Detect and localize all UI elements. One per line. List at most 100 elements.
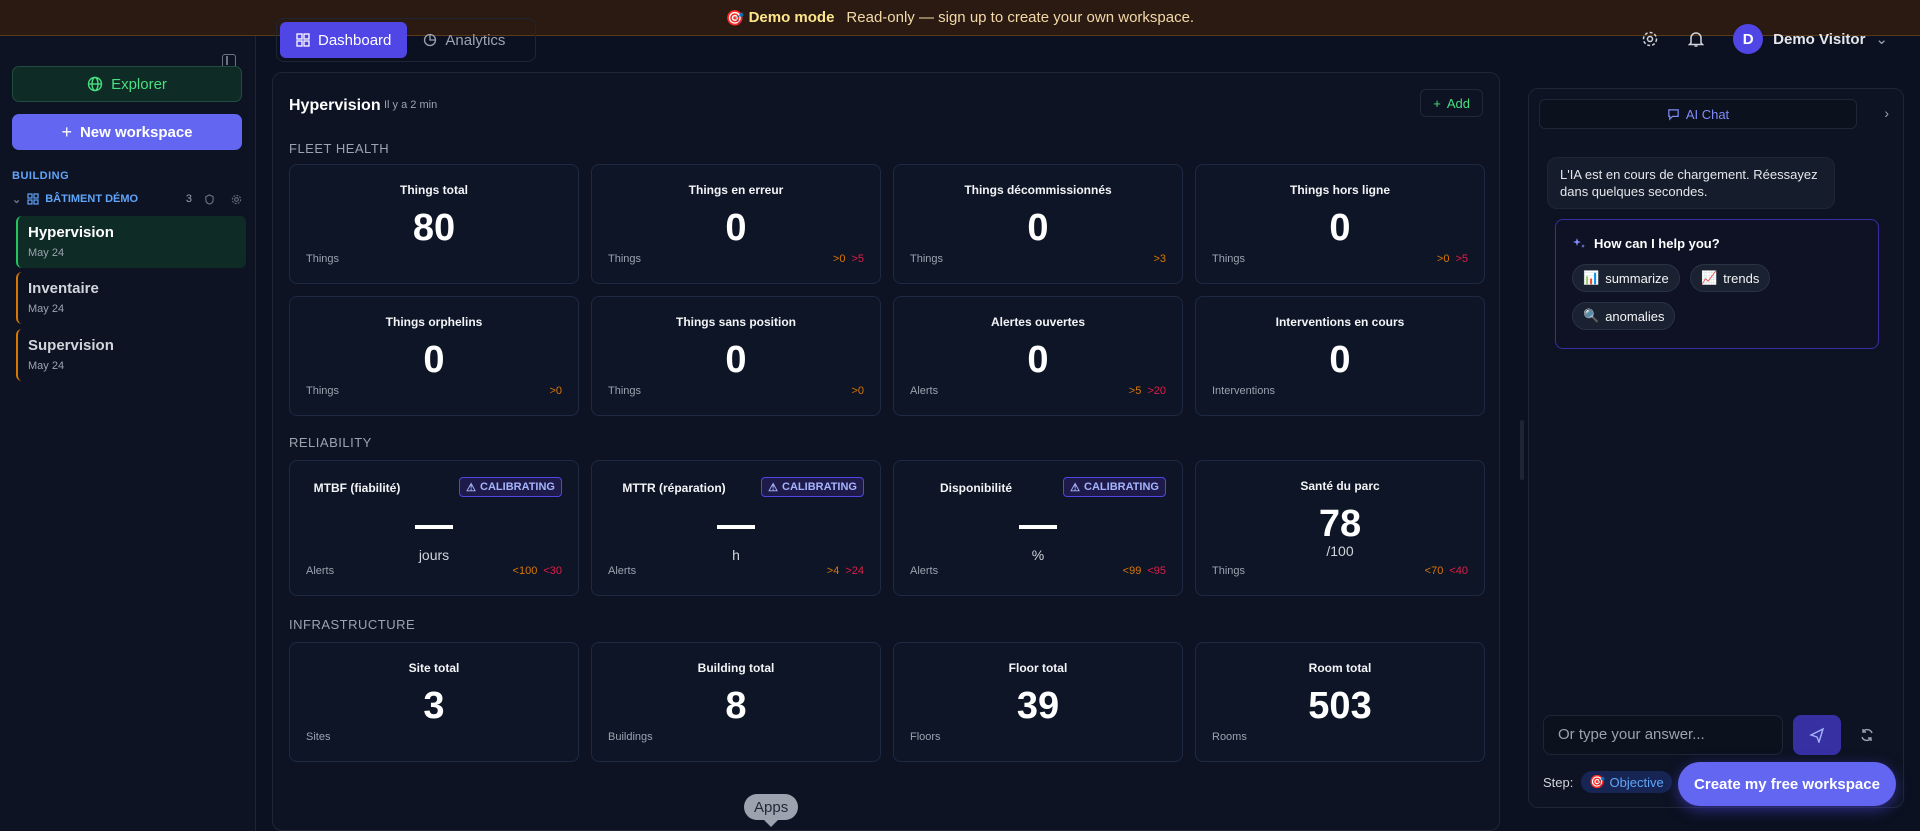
send-button[interactable] (1793, 715, 1841, 755)
user-menu[interactable]: D Demo Visitor ⌄ (1733, 24, 1888, 54)
kpi-card[interactable]: Interventions en cours 0 Interventions (1195, 296, 1485, 416)
kpi-title: Things orphelins (385, 315, 483, 329)
kpi-value-unit: h (732, 547, 740, 563)
panel-resize-handle[interactable] (1520, 420, 1524, 480)
kpi-card[interactable]: Things hors ligne 0 Things >0 >5 (1195, 164, 1485, 284)
new-workspace-button[interactable]: + New workspace (12, 114, 242, 150)
kpi-value: 0 (725, 207, 747, 249)
kpi-title: Site total (408, 661, 460, 675)
kpi-title: MTTR (réparation) (622, 481, 726, 495)
kpi-card-availability[interactable]: Disponibilité ⚠ CALIBRATING % Alerts <99 <… (893, 460, 1183, 596)
new-workspace-label: New workspace (79, 123, 193, 141)
kpi-thresholds: >5 >20 (1129, 385, 1166, 397)
magnifier-icon: 🔍 (1583, 308, 1600, 323)
empty-value-dash (415, 525, 453, 529)
kpi-unit: Things (306, 253, 340, 265)
chat-input[interactable]: Or type your answer... (1543, 715, 1783, 755)
kpi-unit: Things (608, 385, 642, 397)
dashboard-icon (296, 33, 310, 47)
kpi-value: 0 (725, 339, 747, 381)
step-label: Step: (1543, 774, 1574, 790)
suggestion-chip-trends[interactable]: 📈 trends (1690, 264, 1771, 292)
chip-label: trends (1723, 270, 1760, 286)
kpi-card-mttr[interactable]: MTTR (réparation) ⚠ CALIBRATING h Alerts … (591, 460, 881, 596)
shield-icon[interactable] (204, 193, 215, 205)
kpi-unit: Alerts (910, 385, 939, 397)
suggestion-card: How can I help you? 📊 summarize 📈 trends 🔍… (1555, 219, 1879, 349)
kpi-card[interactable]: Room total 503 Rooms (1195, 642, 1485, 762)
refresh-button[interactable] (1851, 719, 1883, 751)
sparkles-icon (1573, 237, 1585, 248)
kpi-card[interactable]: Things décommissionnés 0 Things >3 (893, 164, 1183, 284)
bell-icon[interactable] (1687, 30, 1705, 48)
kpi-title: Building total (697, 661, 775, 675)
chevron-right-icon[interactable]: › (1884, 105, 1889, 121)
avatar: D (1733, 24, 1764, 54)
badge-label: CALIBRATING (782, 481, 857, 493)
globe-icon (87, 76, 103, 92)
kpi-card[interactable]: Things en erreur 0 Things >0 >5 (591, 164, 881, 284)
kpi-title: Things décommissionnés (964, 183, 1112, 197)
settings-gear-icon[interactable] (1641, 30, 1659, 48)
building-row[interactable]: ⌄ BÂTIMENT DÉMO 3 (12, 190, 242, 208)
kpi-card[interactable]: Site total 3 Sites (289, 642, 579, 762)
suggestion-chip-anomalies[interactable]: 🔍 anomalies (1572, 302, 1676, 330)
error-threshold: <40 (1449, 565, 1468, 577)
kpi-card-mtbf[interactable]: MTBF (fiabilité) ⚠ CALIBRATING jours Aler… (289, 460, 579, 596)
kpi-card[interactable]: Things total 80 Things (289, 164, 579, 284)
kpi-unit: Things (1212, 253, 1246, 265)
kpi-thresholds: <70 <40 (1425, 565, 1468, 577)
create-workspace-button[interactable]: Create my free workspace (1678, 762, 1896, 806)
kpi-card-fleet-health[interactable]: Santé du parc 78 /100 Things <70 <40 (1195, 460, 1485, 596)
step-pill: 🎯 Objective (1581, 771, 1672, 793)
target-icon: 🎯 (725, 9, 745, 27)
kpi-card[interactable]: Floor total 39 Floors (893, 642, 1183, 762)
kpi-value: 3 (423, 685, 445, 727)
banner-title: Demo mode (748, 9, 835, 26)
warn-threshold: <99 (1122, 565, 1142, 577)
kpi-thresholds: >4 >24 (827, 565, 864, 577)
section-label: BUILDING (12, 170, 70, 182)
chevron-down-icon: ⌄ (1875, 31, 1888, 48)
header-actions: D Demo Visitor ⌄ (1641, 24, 1888, 54)
tab-dashboard[interactable]: Dashboard (280, 22, 408, 58)
workspace-item-inventaire[interactable]: Inventaire May 24 (16, 272, 246, 324)
calibrating-badge: ⚠ CALIBRATING (459, 477, 562, 497)
warn-threshold: <100 (512, 565, 538, 577)
explorer-button[interactable]: Explorer (12, 66, 242, 102)
workspace-date: May 24 (28, 247, 65, 259)
kpi-card[interactable]: Things orphelins 0 Things >0 (289, 296, 579, 416)
workspace-item-hypervision[interactable]: Hypervision May 24 (16, 216, 246, 268)
error-threshold: >5 (1455, 253, 1468, 265)
bar-chart-icon: 📊 (1583, 270, 1600, 285)
workspace-item-supervision[interactable]: Supervision May 24 (16, 329, 246, 381)
dashboard-panel: Hypervision Il y a 2 min + Add FLEET HEA… (272, 72, 1500, 831)
plus-icon: + (1433, 95, 1441, 111)
kpi-card[interactable]: Alertes ouvertes 0 Alerts >5 >20 (893, 296, 1183, 416)
warn-threshold: >0 (1436, 253, 1450, 265)
refresh-icon (1861, 728, 1873, 742)
tab-analytics[interactable]: Analytics (407, 22, 521, 58)
assistant-message: L'IA est en cours de chargement. Réessay… (1547, 157, 1835, 209)
chevron-down-icon[interactable]: ⌄ (12, 193, 21, 206)
workspace-name: Hypervision (28, 224, 114, 241)
gear-icon[interactable] (231, 194, 242, 205)
workspace-name: Inventaire (28, 280, 99, 297)
suggestion-chip-summarize[interactable]: 📊 summarize (1572, 264, 1680, 292)
plus-icon: + (61, 121, 72, 142)
chat-bubble-icon (1668, 108, 1679, 121)
last-updated: Il y a 2 min (384, 99, 438, 111)
chip-label: summarize (1605, 270, 1669, 286)
kpi-card[interactable]: Building total 8 Buildings (591, 642, 881, 762)
error-threshold: <95 (1147, 565, 1166, 577)
workspace-name: Supervision (28, 337, 114, 354)
kpi-thresholds: >3 (1153, 253, 1166, 265)
kpi-card[interactable]: Things sans position 0 Things >0 (591, 296, 881, 416)
kpi-title: Alertes ouvertes (990, 315, 1086, 329)
sidebar: Explorer + New workspace BUILDING ⌄ BÂTI… (0, 36, 256, 831)
warn-threshold: <70 (1424, 565, 1444, 577)
page-title: Hypervision (289, 97, 381, 114)
add-widget-button[interactable]: + Add (1420, 89, 1483, 117)
tab-ai-chat[interactable]: AI Chat (1539, 99, 1857, 129)
kpi-unit: Interventions (1212, 385, 1275, 397)
